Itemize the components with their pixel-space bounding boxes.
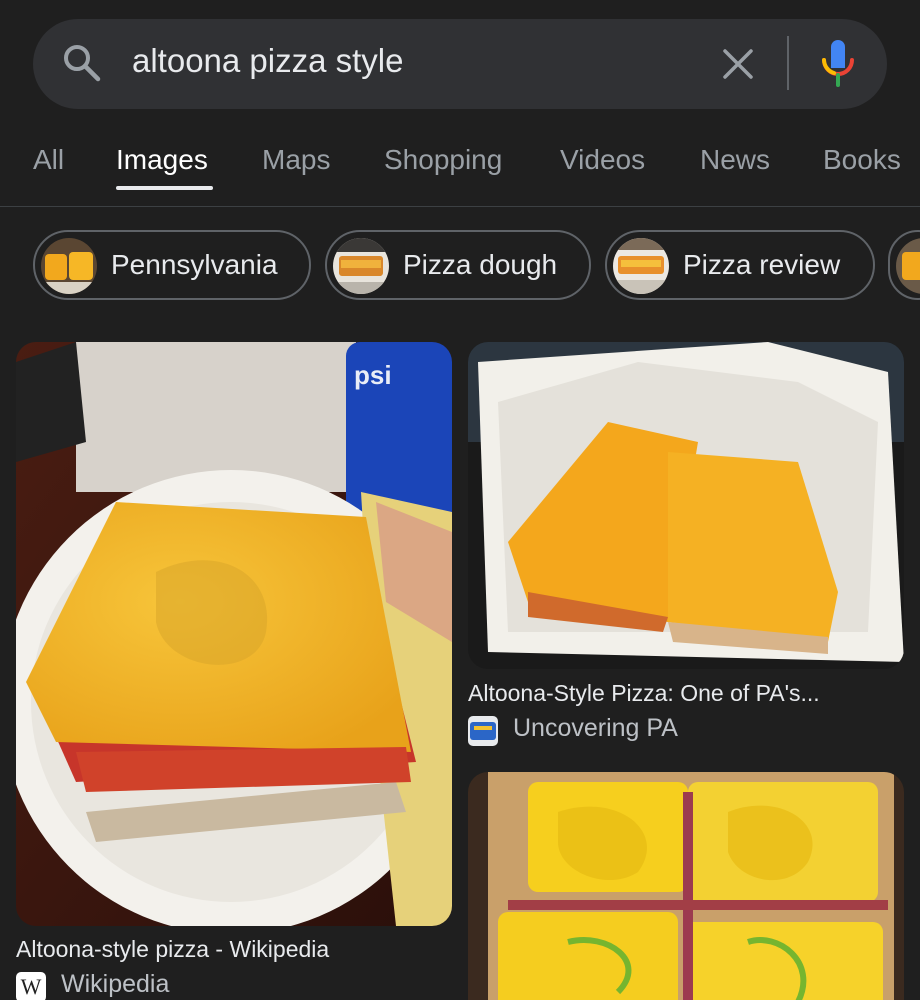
chip-thumbnail xyxy=(896,238,920,294)
tab-images[interactable]: Images xyxy=(116,144,208,176)
chip-label: Pennsylvania xyxy=(111,249,278,280)
search-icon[interactable] xyxy=(62,43,102,83)
chip-pennsylvania[interactable]: Pennsylvania xyxy=(33,230,311,300)
uncovering-pa-icon xyxy=(468,716,498,746)
result-source[interactable]: W Wikipedia xyxy=(16,970,316,1000)
search-tabs: All Images Maps Shopping Videos News Boo… xyxy=(0,140,920,200)
search-input[interactable]: altoona pizza style xyxy=(132,42,404,80)
chip-thumbnail xyxy=(613,238,669,294)
tab-all[interactable]: All xyxy=(33,144,64,176)
result-title[interactable]: Altoona-style pizza - Wikipedia xyxy=(16,936,329,963)
tab-maps[interactable]: Maps xyxy=(262,144,330,176)
chip-pizza-dough[interactable]: Pizza dough xyxy=(325,230,591,300)
tab-videos[interactable]: Videos xyxy=(560,144,645,176)
result-title[interactable]: Altoona-Style Pizza: One of PA's... xyxy=(468,680,820,707)
source-name: Uncovering PA xyxy=(513,714,678,742)
active-tab-indicator xyxy=(116,186,213,190)
close-icon[interactable] xyxy=(720,46,756,82)
tabs-divider xyxy=(0,206,920,207)
result-image-third[interactable] xyxy=(468,772,904,1000)
wikipedia-icon: W xyxy=(16,972,46,1000)
tab-shopping[interactable]: Shopping xyxy=(384,144,502,176)
chip-pizza-review[interactable]: Pizza review xyxy=(605,230,875,300)
chip-thumbnail xyxy=(41,238,97,294)
chip-thumbnail xyxy=(333,238,389,294)
chip-label: Pizza dough xyxy=(403,249,558,280)
result-image-wikipedia[interactable]: psi xyxy=(16,342,452,926)
result-image-uncovering-pa[interactable] xyxy=(468,342,904,669)
chip-label: Pizza review xyxy=(683,249,841,280)
search-bar-divider xyxy=(787,36,789,90)
source-name: Wikipedia xyxy=(61,970,170,998)
result-source[interactable]: Uncovering PA xyxy=(468,714,768,748)
chip-partial[interactable] xyxy=(888,230,920,300)
google-images-results-page: altoona pizza style All Images Maps Shop… xyxy=(0,0,920,1000)
tab-news[interactable]: News xyxy=(700,144,770,176)
tab-books[interactable]: Books xyxy=(823,144,901,176)
microphone-icon[interactable] xyxy=(820,38,856,88)
svg-text:psi: psi xyxy=(354,360,392,390)
